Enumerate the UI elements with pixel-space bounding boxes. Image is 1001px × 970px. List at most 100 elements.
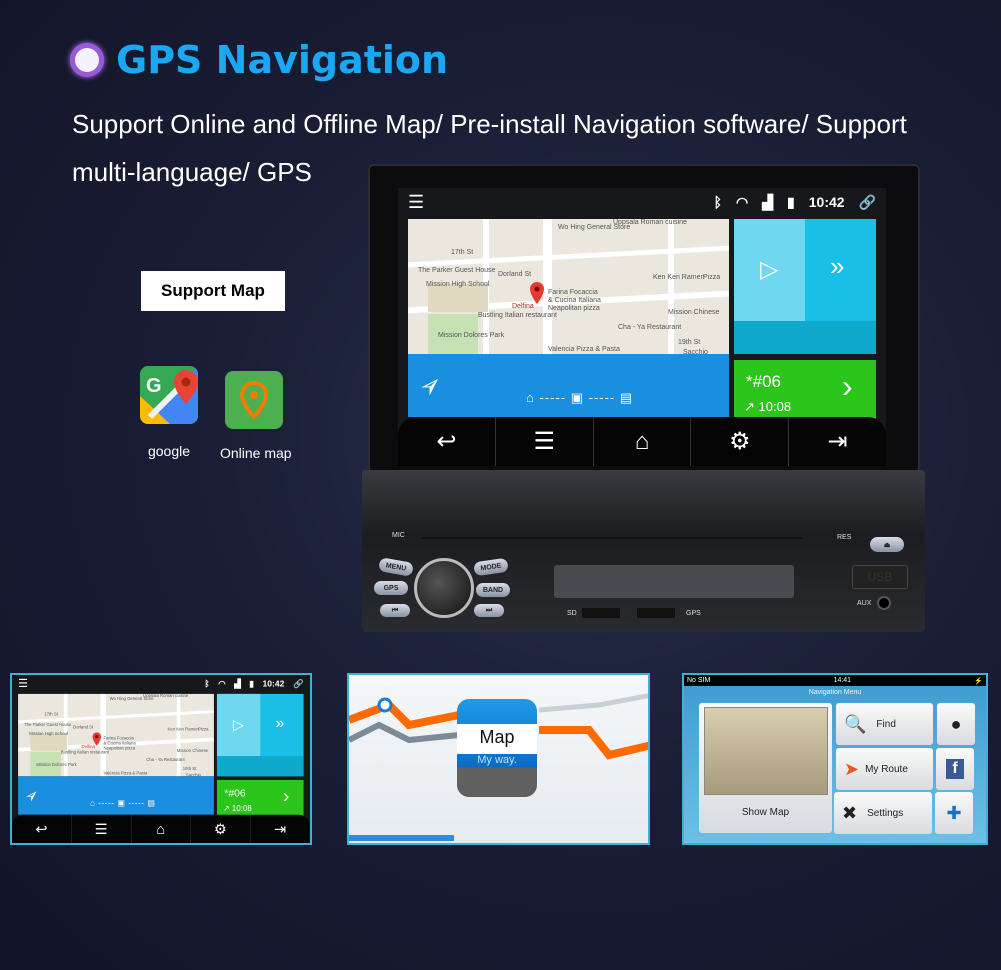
call-tile[interactable]: *#06 ↗ 10:08 › <box>734 360 876 420</box>
mode-hardware-button[interactable]: MODE <box>473 557 509 577</box>
previous-track-button[interactable]: ⏮ <box>380 604 410 617</box>
navigation-tile[interactable]: ➢ ⌂ ----- ▣ ----- ▤ <box>408 354 729 417</box>
magnifier-icon: 🔍 <box>844 713 867 734</box>
menu-icon: ☰ <box>94 821 108 838</box>
next-track-button[interactable]: ⏭ <box>474 604 504 617</box>
home-button[interactable]: ⌂ <box>594 417 692 466</box>
map-label: 19th St <box>182 767 197 772</box>
fast-forward-icon[interactable]: » <box>830 251 844 282</box>
svg-text:G: G <box>146 375 162 397</box>
back-button[interactable]: ↩ <box>398 417 496 466</box>
online-map-app[interactable]: Online map <box>220 371 292 461</box>
map-app-icon: Map My way. <box>457 699 537 797</box>
map-label: Mission Dolores Park <box>438 332 505 339</box>
call-time: ↗ 10:08 <box>223 803 252 813</box>
menu-icon: ☰ <box>533 428 555 455</box>
exit-button[interactable]: ⇥ <box>789 417 886 466</box>
navigation-arrow-icon: ➢ <box>20 784 44 807</box>
chevron-right-icon: › <box>282 784 290 807</box>
map-label: 19th St <box>678 339 701 346</box>
wifi-icon: ◠ <box>218 678 226 689</box>
map-label: Neapolitan pizza <box>548 305 600 312</box>
route-home-work-icons: ⌂ ----- ▣ ----- ▤ <box>526 390 634 405</box>
menu-title: Navigation Menu <box>808 689 862 696</box>
menu-button[interactable]: ☰ <box>72 814 132 843</box>
hamburger-menu-icon[interactable]: ☰ <box>408 192 424 213</box>
show-map-tile[interactable]: Show Map <box>699 703 832 833</box>
navigation-tile[interactable]: ➢ ⌂ ----- ▣ ----- ▤ <box>18 776 214 815</box>
aux-label: AUX <box>857 600 872 607</box>
map-label: 17th St <box>44 712 58 717</box>
home-icon: ⌂ <box>156 821 166 838</box>
map-label: Uppsala Roman cuisine <box>143 693 189 699</box>
home-button[interactable]: ⌂ <box>131 814 191 843</box>
media-tile[interactable]: ▷ » <box>216 693 304 777</box>
bluetooth-icon: ᛒ <box>204 678 210 689</box>
my-route-label: My Route <box>865 763 908 775</box>
eject-button[interactable]: ⏏ <box>870 537 904 552</box>
map-label: Mission High School <box>29 731 68 736</box>
map-label: Ken Ken Ramen <box>653 274 705 281</box>
gear-icon: ⚙ <box>729 428 751 455</box>
media-tile[interactable]: ▷ » <box>734 219 876 354</box>
back-icon: ↩ <box>436 428 457 455</box>
map-label: Farina Focaccia <box>548 289 598 296</box>
play-icon[interactable]: ▷ <box>233 716 244 734</box>
res-label: RES <box>837 534 852 541</box>
clock: 10:42 <box>808 194 845 210</box>
clock: 14:41 <box>833 677 852 684</box>
fast-forward-icon[interactable]: » <box>276 713 285 732</box>
call-code: *#06 <box>224 787 246 799</box>
map-pin-icon <box>225 371 283 429</box>
settings-button[interactable]: ⚙ <box>691 417 790 466</box>
sd-slot <box>582 608 620 618</box>
joystick-button[interactable]: ● <box>937 703 975 745</box>
call-time-value: 10:08 <box>231 803 252 813</box>
volume-knob[interactable] <box>414 558 474 618</box>
play-icon[interactable]: ▷ <box>760 255 778 284</box>
back-icon: ↩ <box>35 821 48 838</box>
gps-hardware-button[interactable]: GPS <box>374 581 408 595</box>
find-button[interactable]: 🔍 Find <box>836 703 933 745</box>
thumbnail-home-screen: ☰ ᛒ ◠ ▟ ▮ 10:42 🔗 Wo Hing General Store U… <box>10 673 312 845</box>
exit-icon: ⇥ <box>827 428 848 455</box>
map-label: 17th St <box>451 249 474 256</box>
facebook-button[interactable]: f <box>936 748 974 790</box>
settings-button[interactable]: ⚙ <box>191 814 251 843</box>
map-tile[interactable]: Wo Hing General Store Uppsala Roman cuisi… <box>18 693 214 777</box>
gps-slot <box>637 608 675 618</box>
wifi-icon: ◠ <box>736 193 749 210</box>
exit-button[interactable]: ⇥ <box>251 815 310 843</box>
call-tile[interactable]: *#06 ↗ 10:08 › <box>216 779 304 817</box>
signal-icon: ▟ <box>234 678 241 689</box>
hamburger-menu-icon[interactable]: ☰ <box>18 677 28 690</box>
menu-hardware-button[interactable]: MENU <box>378 557 414 577</box>
battery-icon: ▮ <box>249 678 255 689</box>
map-tile[interactable]: Wo Hing General Store Uppsala Roman cuisi… <box>408 219 729 354</box>
map-app-title: Map <box>479 727 515 747</box>
back-button[interactable]: ↩ <box>12 814 72 843</box>
show-map-label: Show Map <box>741 807 790 818</box>
map-label: Cha - Ya Restaurant <box>146 757 185 763</box>
map-label: & Cucina Italiana <box>548 297 601 304</box>
google-maps-app[interactable]: G google <box>140 366 198 459</box>
call-time: ↗ 10:08 <box>744 399 792 414</box>
no-sim-label: No SIM <box>687 677 711 684</box>
circle-bullet-icon <box>70 43 104 77</box>
map-label: & Cucina Italiana <box>103 741 136 746</box>
route-icon: ➤ <box>844 758 860 779</box>
plugin-button[interactable]: ✚ <box>935 792 973 834</box>
google-label: google <box>147 443 191 459</box>
aux-jack <box>877 596 891 610</box>
status-bar: No SIM 14:41 ⚡ <box>684 675 986 686</box>
map-label: Ken Ken Ramen <box>167 727 199 732</box>
thumbnail-map-app: Map My way. <box>347 673 650 845</box>
settings-button[interactable]: ✖ Settings <box>834 792 932 834</box>
title-text: GPS Navigation <box>116 38 449 82</box>
clock: 10:42 <box>262 678 285 689</box>
band-hardware-button[interactable]: BAND <box>476 583 510 597</box>
find-label: Find <box>876 718 896 730</box>
menu-button[interactable]: ☰ <box>496 417 594 466</box>
my-route-button[interactable]: ➤ My Route <box>836 748 933 790</box>
map-label: Pizza <box>703 274 721 281</box>
